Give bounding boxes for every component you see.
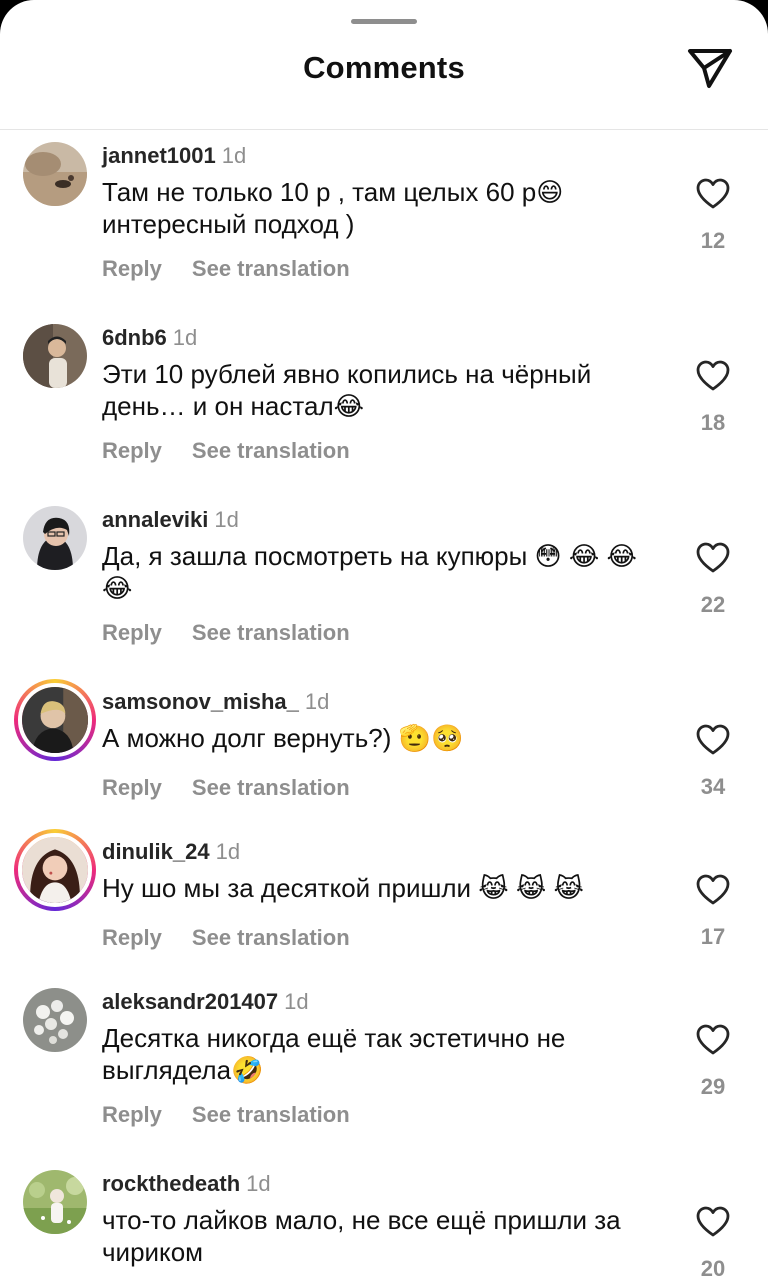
- reply-button[interactable]: Reply: [102, 1102, 162, 1127]
- like-count: 22: [700, 592, 726, 617]
- drag-handle[interactable]: [351, 19, 417, 24]
- comment-actions: Reply See translation: [102, 925, 350, 951]
- like-count: 34: [700, 774, 726, 799]
- comment-username[interactable]: samsonov_misha_: [102, 689, 299, 714]
- comment-text: Десятка никогда ещё так эстетично не выг…: [102, 1023, 566, 1085]
- heart-icon[interactable]: [696, 178, 730, 210]
- comment-time: 1d: [246, 1171, 271, 1196]
- heart-icon[interactable]: [696, 1024, 730, 1056]
- see-translation-button[interactable]: See translation: [192, 620, 350, 645]
- comment-actions: Reply See translation: [102, 775, 350, 801]
- comment-text: что-то лайков мало, не все ещё пришли за…: [102, 1205, 621, 1267]
- like-block: 12: [690, 178, 736, 254]
- story-ring: [14, 679, 96, 761]
- avatar-image: [23, 1170, 87, 1234]
- comment-actions: Reply See translation: [102, 620, 350, 646]
- see-translation-button[interactable]: See translation: [192, 775, 350, 800]
- reply-button[interactable]: Reply: [102, 256, 162, 281]
- heart-icon[interactable]: [696, 874, 730, 906]
- comment-username[interactable]: jannet1001: [102, 143, 216, 168]
- comment-time: 1d: [221, 143, 247, 168]
- comment-time: 1d: [214, 507, 239, 532]
- like-count: 18: [700, 410, 726, 435]
- comment-actions: Reply See translation: [102, 1102, 350, 1128]
- reply-button[interactable]: Reply: [102, 925, 162, 950]
- like-count: 17: [700, 924, 726, 949]
- comment-username[interactable]: rockthedeath: [102, 1171, 240, 1196]
- comment-time: 1d: [215, 839, 241, 864]
- paper-plane-icon: [688, 49, 732, 88]
- comment-text: А можно долг вернуть?) 🫡🥺: [102, 723, 464, 753]
- like-block: 20: [690, 1206, 736, 1280]
- avatar[interactable]: [14, 679, 96, 761]
- avatar-image: [23, 988, 87, 1052]
- comment-text: Да, я зашла посмотреть на купюры 😳 😂 😂 😂: [102, 541, 637, 603]
- comment-username[interactable]: 6dnb6: [102, 325, 167, 350]
- comment-actions: Reply See translation: [102, 256, 350, 282]
- comment-time: 1d: [304, 689, 330, 714]
- see-translation-button[interactable]: See translation: [192, 925, 350, 950]
- heart-icon[interactable]: [696, 542, 730, 574]
- see-translation-button[interactable]: See translation: [192, 438, 350, 463]
- comment-text: Там не только 10 р , там целых 60 р😄 инт…: [102, 177, 564, 239]
- see-translation-button[interactable]: See translation: [192, 1102, 350, 1127]
- like-count: 20: [700, 1256, 726, 1280]
- avatar[interactable]: [23, 142, 87, 206]
- share-button[interactable]: [684, 44, 736, 92]
- heart-icon[interactable]: [696, 360, 730, 392]
- avatar-image: [18, 833, 92, 907]
- reply-button[interactable]: Reply: [102, 775, 162, 800]
- like-block: 18: [690, 360, 736, 436]
- see-translation-button[interactable]: See translation: [192, 256, 350, 281]
- comment-text: Ну шо мы за десяткой пришли 😹 😹 😹: [102, 873, 584, 903]
- comment-time: 1d: [284, 989, 309, 1014]
- header-divider: [0, 129, 768, 130]
- like-block: 22: [690, 542, 736, 618]
- reply-button[interactable]: Reply: [102, 620, 162, 645]
- avatar[interactable]: [23, 1170, 87, 1234]
- avatar-image: [23, 324, 87, 388]
- story-ring: [14, 829, 96, 911]
- avatar-image: [23, 142, 87, 206]
- comment-actions: Reply See translation: [102, 438, 350, 464]
- like-block: 34: [690, 724, 736, 800]
- comment-username[interactable]: aleksandr201407: [102, 989, 278, 1014]
- avatar[interactable]: [23, 324, 87, 388]
- comment-time: 1d: [172, 325, 198, 350]
- heart-icon[interactable]: [696, 724, 730, 756]
- avatar[interactable]: [23, 988, 87, 1052]
- heart-icon[interactable]: [696, 1206, 730, 1238]
- avatar-image: [23, 506, 87, 570]
- comment-username[interactable]: annaleviki: [102, 507, 208, 532]
- like-block: 17: [690, 874, 736, 950]
- comment-text: Эти 10 рублей явно копились на чёрный де…: [102, 359, 592, 421]
- avatar-image: [18, 683, 92, 757]
- avatar[interactable]: [23, 506, 87, 570]
- page-title: Comments: [303, 50, 465, 85]
- like-count: 29: [700, 1074, 726, 1099]
- reply-button[interactable]: Reply: [102, 438, 162, 463]
- avatar[interactable]: [14, 829, 96, 911]
- comment-username[interactable]: dinulik_24: [102, 839, 210, 864]
- like-block: 29: [690, 1024, 736, 1100]
- like-count: 12: [700, 228, 726, 253]
- comments-sheet: Comments jannet1001 1d Там не только 10 р…: [0, 0, 768, 1280]
